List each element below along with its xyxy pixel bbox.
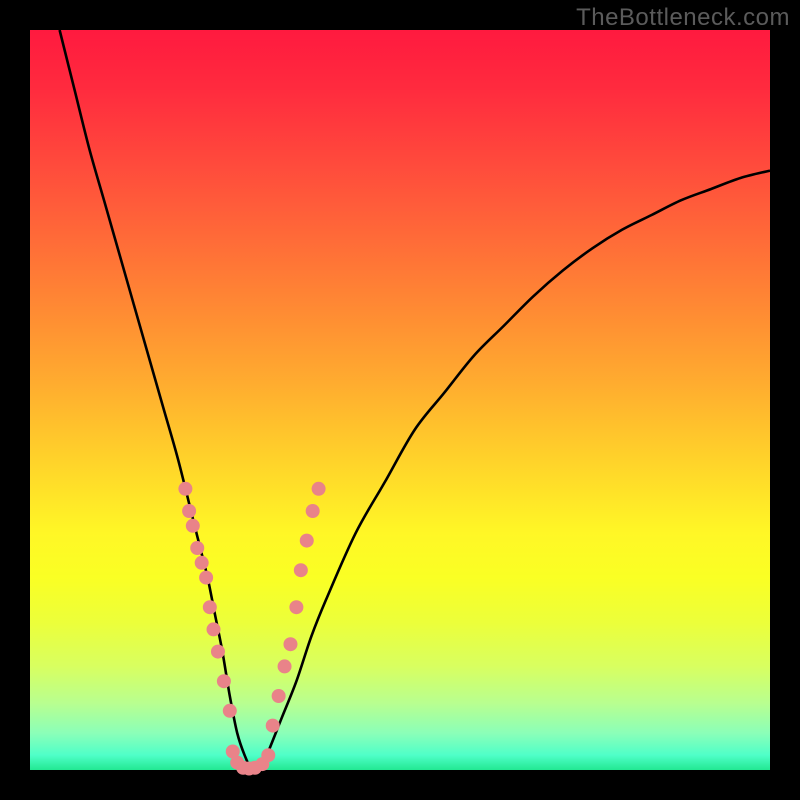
data-point: [312, 482, 326, 496]
data-point: [272, 689, 286, 703]
data-point: [283, 637, 297, 651]
data-point: [223, 704, 237, 718]
data-point: [178, 482, 192, 496]
data-point: [203, 600, 217, 614]
data-point: [182, 504, 196, 518]
data-point: [186, 519, 200, 533]
data-point-group: [178, 482, 325, 776]
data-point: [266, 719, 280, 733]
bottleneck-curve: [60, 30, 770, 772]
bottleneck-chart: [30, 30, 770, 770]
data-point: [199, 571, 213, 585]
data-point: [278, 659, 292, 673]
data-point: [217, 674, 231, 688]
watermark-text: TheBottleneck.com: [576, 4, 790, 32]
data-point: [190, 541, 204, 555]
data-point: [261, 748, 275, 762]
data-point: [211, 645, 225, 659]
data-point: [195, 556, 209, 570]
data-point: [306, 504, 320, 518]
data-point: [289, 600, 303, 614]
data-point: [294, 563, 308, 577]
data-point: [207, 622, 221, 636]
data-point: [300, 534, 314, 548]
